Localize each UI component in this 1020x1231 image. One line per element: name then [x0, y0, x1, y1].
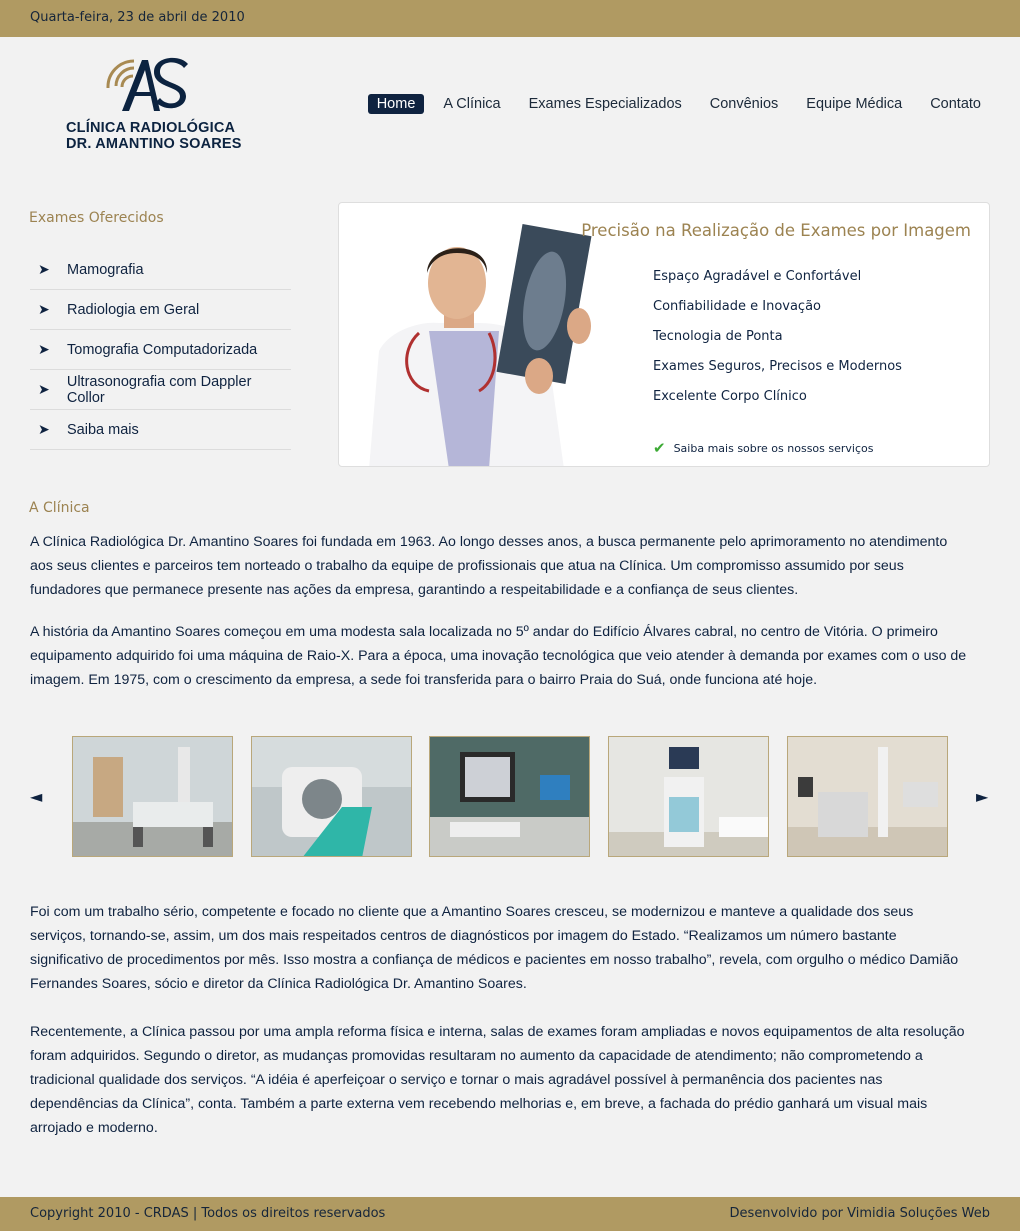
services-more-link[interactable]: ✔ Saiba mais sobre os nossos serviços	[653, 439, 873, 457]
feature-list: Espaço Agradável e Confortável Confiabil…	[653, 269, 902, 419]
doctor-xray-image	[349, 211, 619, 466]
gallery-photo-ct-scanner[interactable]	[251, 736, 412, 857]
nav-equipe-medica[interactable]: Equipe Médica	[797, 94, 911, 114]
nav-exames-especializados[interactable]: Exames Especializados	[520, 94, 691, 114]
gallery-photo-xray-room-2[interactable]	[787, 736, 948, 857]
arrow-right-icon: ➤	[38, 381, 50, 398]
feature-item: Excelente Corpo Clínico	[653, 389, 807, 404]
feature-item: Confiabilidade e Inovação	[653, 299, 821, 314]
arrow-right-icon: ➤	[38, 421, 50, 438]
ct-scanner-photo	[252, 737, 411, 856]
services-more-label: Saiba mais sobre os nossos serviços	[673, 441, 874, 455]
gallery-photo-workstation[interactable]	[429, 736, 590, 857]
clinica-paragraph-3: Foi com um trabalho sério, competente e …	[30, 904, 959, 992]
top-bar: Quarta-feira, 23 de abril de 2010	[0, 0, 1020, 37]
logo-line-1: CLÍNICA RADIOLÓGICA	[66, 120, 236, 136]
clinica-paragraph-2: A história da Amantino Soares começou em…	[30, 624, 967, 688]
logo-mark-icon	[106, 57, 188, 111]
clinic-logo[interactable]: CLÍNICA RADIOLÓGICA DR. AMANTINO SOARES	[66, 56, 242, 156]
nav-home[interactable]: Home	[367, 94, 425, 114]
sidebar-title: Exames Oferecidos	[29, 210, 164, 226]
current-date: Quarta-feira, 23 de abril de 2010	[30, 10, 245, 25]
logo-line-2: DR. AMANTINO SOARES	[66, 136, 242, 152]
nav-a-clinica[interactable]: A Clínica	[434, 94, 509, 114]
clinica-paragraph-1: A Clínica Radiológica Dr. Amantino Soare…	[30, 534, 948, 598]
sidebar-item-tomografia[interactable]: ➤ Tomografia Computadorizada	[30, 330, 291, 370]
xray-room-2-photo	[788, 737, 947, 856]
gallery-photo-ultrasound[interactable]	[608, 736, 769, 857]
gallery-prev-icon[interactable]: ◄	[30, 787, 42, 806]
sidebar-list: ➤ Mamografia ➤ Radiologia em Geral ➤ Tom…	[30, 250, 291, 450]
main-nav: Home A Clínica Exames Especializados Con…	[358, 94, 990, 114]
copyright-text: Copyright 2010 - CRDAS | Todos os direit…	[30, 1206, 386, 1221]
feature-item: Exames Seguros, Precisos e Modernos	[653, 359, 902, 374]
sidebar-item-label: Radiologia em Geral	[67, 301, 200, 318]
sidebar-item-ultrasonografia[interactable]: ➤ Ultrasonografia com Dappler Collor	[30, 370, 291, 410]
developer-credit-link[interactable]: Desenvolvido por Vimidia Soluções Web	[730, 1206, 990, 1221]
arrow-right-icon: ➤	[38, 261, 50, 278]
clinica-paragraph-4: Recentemente, a Clínica passou por uma a…	[30, 1024, 965, 1136]
workstation-photo	[430, 737, 589, 856]
arrow-right-icon: ➤	[38, 341, 50, 358]
gallery-next-icon[interactable]: ►	[976, 787, 988, 806]
sidebar-item-radiologia[interactable]: ➤ Radiologia em Geral	[30, 290, 291, 330]
section-title-clinica: A Clínica	[29, 500, 90, 516]
xray-room-photo	[73, 737, 232, 856]
sidebar-item-saiba-mais[interactable]: ➤ Saiba mais	[30, 410, 291, 450]
arrow-right-icon: ➤	[38, 301, 50, 318]
nav-convenios[interactable]: Convênios	[701, 94, 788, 114]
sidebar-item-label: Tomografia Computadorizada	[67, 341, 258, 358]
gallery-photo-xray-room[interactable]	[72, 736, 233, 857]
footer: Copyright 2010 - CRDAS | Todos os direit…	[0, 1197, 1020, 1231]
hero-banner: Precisão na Realização de Exames por Ima…	[338, 202, 990, 467]
sidebar-item-label: Saiba mais	[67, 421, 139, 438]
feature-item: Tecnologia de Ponta	[653, 329, 783, 344]
ultrasound-photo	[609, 737, 768, 856]
banner-title: Precisão na Realização de Exames por Ima…	[581, 221, 971, 240]
nav-contato[interactable]: Contato	[921, 94, 990, 114]
check-icon: ✔	[653, 439, 666, 457]
feature-item: Espaço Agradável e Confortável	[653, 269, 862, 284]
sidebar-item-mamografia[interactable]: ➤ Mamografia	[30, 250, 291, 290]
sidebar-item-label: Mamografia	[67, 261, 144, 278]
sidebar-item-label: Ultrasonografia com Dappler Collor	[66, 373, 252, 406]
